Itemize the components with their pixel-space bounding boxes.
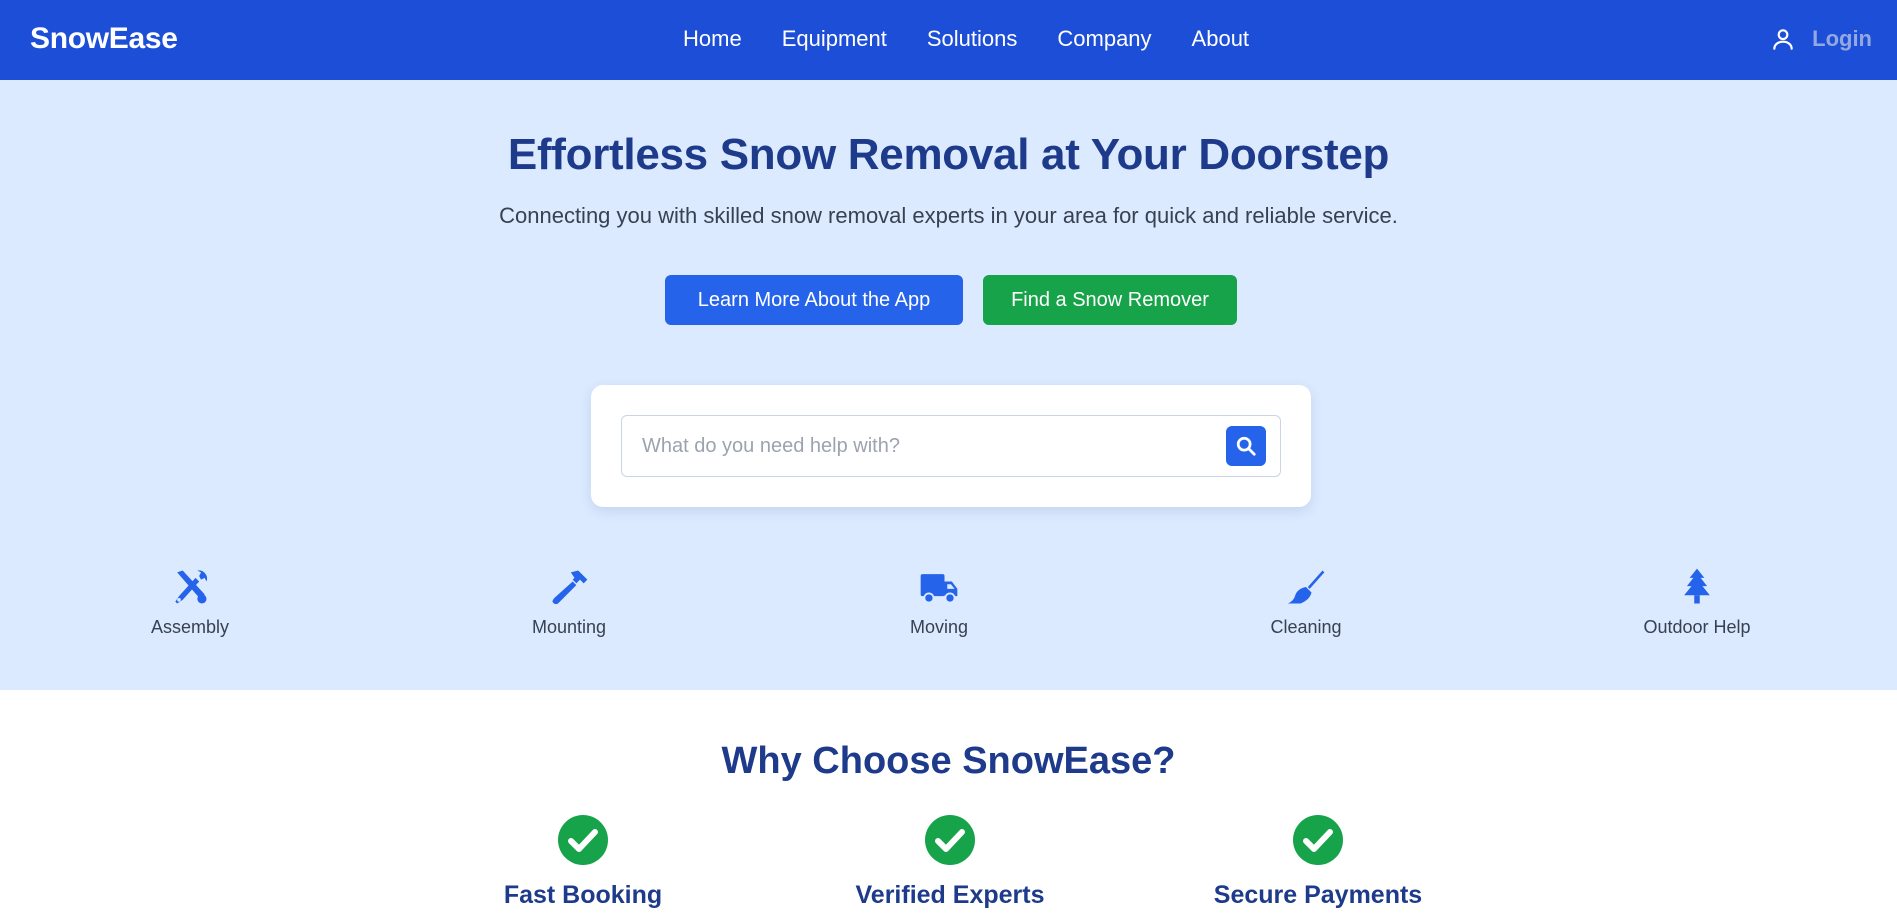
learn-more-button[interactable]: Learn More About the App bbox=[665, 275, 963, 325]
category-label: Outdoor Help bbox=[1643, 617, 1751, 637]
category-cleaning[interactable]: Cleaning bbox=[1206, 565, 1406, 638]
hammer-icon bbox=[552, 570, 588, 605]
search-button[interactable] bbox=[1226, 426, 1266, 466]
tree-icon bbox=[1684, 568, 1710, 604]
check-circle-icon bbox=[558, 815, 608, 865]
login-label: Login bbox=[1812, 26, 1872, 51]
broom-icon bbox=[1287, 570, 1325, 604]
top-nav-bar: SnowEase Home Equipment Solutions Compan… bbox=[0, 0, 1897, 80]
why-title: Why Choose SnowEase? bbox=[721, 740, 1176, 782]
hero-title: Effortless Snow Removal at Your Doorstep bbox=[507, 130, 1390, 179]
category-label: Cleaning bbox=[1270, 617, 1342, 637]
check-circle-icon bbox=[1293, 815, 1343, 865]
nav-equipment-link[interactable]: Equipment bbox=[782, 26, 887, 52]
category-label: Moving bbox=[909, 617, 969, 637]
check-circle-icon bbox=[925, 815, 975, 865]
main-nav: Home Equipment Solutions Company About bbox=[683, 26, 1289, 52]
nav-company-link[interactable]: Company bbox=[1057, 26, 1151, 52]
search-card bbox=[591, 385, 1311, 507]
hero-subtitle: Connecting you with skilled snow removal… bbox=[499, 203, 1398, 228]
category-moving[interactable]: Moving bbox=[839, 565, 1039, 638]
nav-home-link[interactable]: Home bbox=[683, 26, 742, 52]
feature-verified-experts: Verified Experts bbox=[820, 815, 1080, 910]
user-icon bbox=[1773, 29, 1793, 50]
truck-icon bbox=[920, 574, 958, 604]
feature-label: Verified Experts bbox=[855, 881, 1045, 909]
category-outdoor-help[interactable]: Outdoor Help bbox=[1597, 565, 1797, 638]
feature-label: Fast Booking bbox=[503, 881, 663, 909]
category-mounting[interactable]: Mounting bbox=[469, 565, 669, 638]
feature-fast-booking: Fast Booking bbox=[453, 815, 713, 910]
login-button[interactable]: Login bbox=[1770, 26, 1872, 52]
category-label: Mounting bbox=[531, 617, 607, 637]
nav-solutions-link[interactable]: Solutions bbox=[927, 26, 1018, 52]
category-label: Assembly bbox=[150, 617, 230, 637]
search-input[interactable] bbox=[642, 416, 1202, 476]
feature-secure-payments: Secure Payments bbox=[1188, 815, 1448, 910]
find-snow-remover-button[interactable]: Find a Snow Remover bbox=[983, 275, 1237, 325]
hero-section: Effortless Snow Removal at Your Doorstep… bbox=[0, 80, 1897, 690]
brand-logo[interactable]: SnowEase bbox=[30, 22, 178, 56]
feature-label: Secure Payments bbox=[1213, 881, 1423, 909]
search-box bbox=[621, 415, 1281, 477]
category-assembly[interactable]: Assembly bbox=[90, 565, 290, 638]
search-icon bbox=[1236, 436, 1256, 456]
tools-icon bbox=[175, 570, 208, 604]
nav-about-link[interactable]: About bbox=[1192, 26, 1250, 52]
